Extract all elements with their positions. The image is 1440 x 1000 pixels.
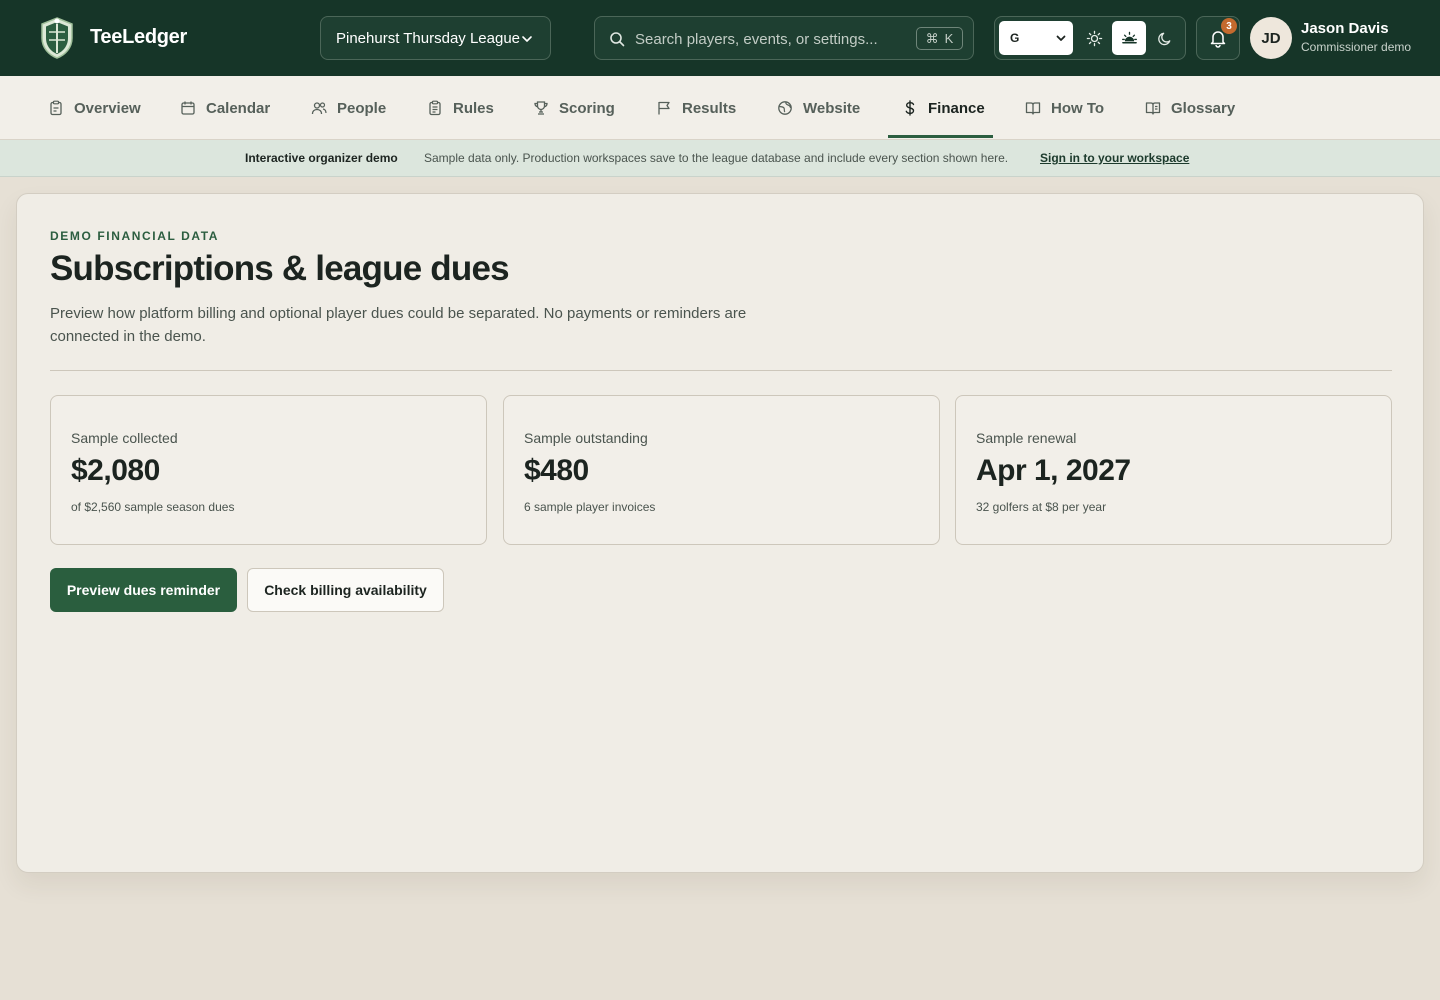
tab-label: People: [337, 99, 387, 117]
tab-finance[interactable]: Finance: [902, 76, 985, 140]
stat-card-renewal: Sample renewal Apr 1, 2027 32 golfers at…: [955, 395, 1392, 545]
page-title: Subscriptions & league dues: [50, 249, 510, 288]
stat-subtext: of $2,560 sample season dues: [71, 500, 235, 514]
stat-label: Sample outstanding: [524, 430, 648, 446]
tab-label: Calendar: [206, 99, 271, 117]
divider: [50, 370, 1392, 371]
shield-logo-icon[interactable]: [38, 16, 76, 60]
user-name[interactable]: Jason Davis: [1301, 20, 1389, 37]
search-shortcut-hint: ⌘ K: [916, 27, 963, 50]
people-icon: [311, 102, 327, 115]
tab-label: Overview: [74, 99, 141, 117]
league-select[interactable]: Pinehurst Thursday League: [320, 16, 551, 60]
stat-label: Sample renewal: [976, 430, 1077, 446]
shortcut-key: K: [944, 31, 954, 46]
tab-label: Scoring: [559, 99, 615, 117]
tab-scoring[interactable]: Scoring: [533, 76, 615, 140]
page-description: Preview how platform billing and optiona…: [50, 305, 747, 345]
stat-subtext: 6 sample player invoices: [524, 500, 656, 514]
tab-label: How To: [1051, 99, 1105, 117]
user-avatar[interactable]: JD: [1250, 17, 1292, 59]
chevron-down-icon: [1056, 35, 1066, 41]
tab-results[interactable]: Results: [656, 76, 736, 140]
flag-icon: [658, 101, 670, 115]
clipboard-list-icon: [429, 100, 441, 116]
theme-dark-button[interactable]: [1148, 21, 1182, 55]
language-select[interactable]: G: [999, 21, 1073, 55]
check-billing-availability-button[interactable]: Check billing availability: [247, 568, 444, 612]
stat-subtext: 32 golfers at $8 per year: [976, 500, 1107, 514]
section-eyebrow: DEMO FINANCIAL DATA: [50, 229, 220, 243]
stat-value: $2,080: [71, 454, 160, 487]
tab-people[interactable]: People: [311, 76, 386, 140]
tab-label: Website: [803, 99, 861, 117]
book-icon: [1025, 102, 1041, 115]
sunrise-icon: [1121, 31, 1137, 43]
tab-label: Glossary: [1171, 99, 1236, 117]
user-role: Commissioner demo: [1301, 40, 1412, 54]
appearance-controls: G: [994, 16, 1186, 60]
search-icon: [610, 32, 625, 47]
stat-card-collected: Sample collected $2,080 of $2,560 sample…: [50, 395, 487, 545]
clipboard-icon: [50, 100, 62, 116]
preview-dues-reminder-button[interactable]: Preview dues reminder: [50, 568, 237, 612]
top-bar: TeeLedger Pinehurst Thursday League ⌘ K …: [0, 0, 1440, 76]
active-tab-indicator: [888, 135, 993, 138]
tab-overview[interactable]: Overview: [48, 76, 141, 140]
tab-glossary[interactable]: Glossary: [1145, 76, 1235, 140]
trophy-icon: [534, 101, 548, 115]
stat-value: $480: [524, 454, 589, 487]
tab-label: Results: [682, 99, 737, 117]
moon-icon: [1157, 32, 1170, 45]
calendar-icon: [181, 101, 195, 115]
demo-banner-title: Interactive organizer demo: [245, 151, 398, 165]
stat-value: Apr 1, 2027: [976, 454, 1131, 487]
stat-label: Sample collected: [71, 430, 178, 446]
demo-banner-text: Sample data only. Production workspaces …: [424, 151, 1009, 165]
finance-card: DEMO FINANCIAL DATA Subscriptions & leag…: [16, 193, 1424, 873]
tab-rules[interactable]: Rules: [427, 76, 494, 140]
notifications-count-badge: 3: [1221, 18, 1237, 34]
section-nav: Overview Calendar People Rules Scoring R…: [0, 76, 1440, 140]
shortcut-mod-key: ⌘: [925, 30, 939, 46]
dollar-icon: [905, 100, 915, 116]
tab-label: Rules: [453, 99, 494, 117]
globe-icon: [778, 101, 792, 115]
tab-calendar[interactable]: Calendar: [180, 76, 270, 140]
theme-sunrise-button[interactable]: [1112, 21, 1146, 55]
search-input[interactable]: [635, 27, 895, 51]
stat-card-outstanding: Sample outstanding $480 6 sample player …: [503, 395, 940, 545]
search-box: ⌘ K: [594, 16, 974, 60]
demo-banner: Interactive organizer demo Sample data o…: [0, 140, 1440, 177]
league-select-label: Pinehurst Thursday League: [336, 29, 521, 47]
book-open-icon: [1145, 102, 1161, 115]
sun-icon: [1086, 30, 1102, 46]
tab-how-to[interactable]: How To: [1025, 76, 1104, 140]
sign-in-link[interactable]: Sign in to your workspace: [1040, 151, 1189, 165]
theme-light-button[interactable]: [1077, 21, 1111, 55]
tab-website[interactable]: Website: [777, 76, 860, 140]
chevron-down-icon: [522, 36, 532, 42]
brand-name[interactable]: TeeLedger: [90, 26, 187, 49]
tab-label: Finance: [928, 99, 985, 117]
language-select-value: G: [1010, 31, 1020, 45]
